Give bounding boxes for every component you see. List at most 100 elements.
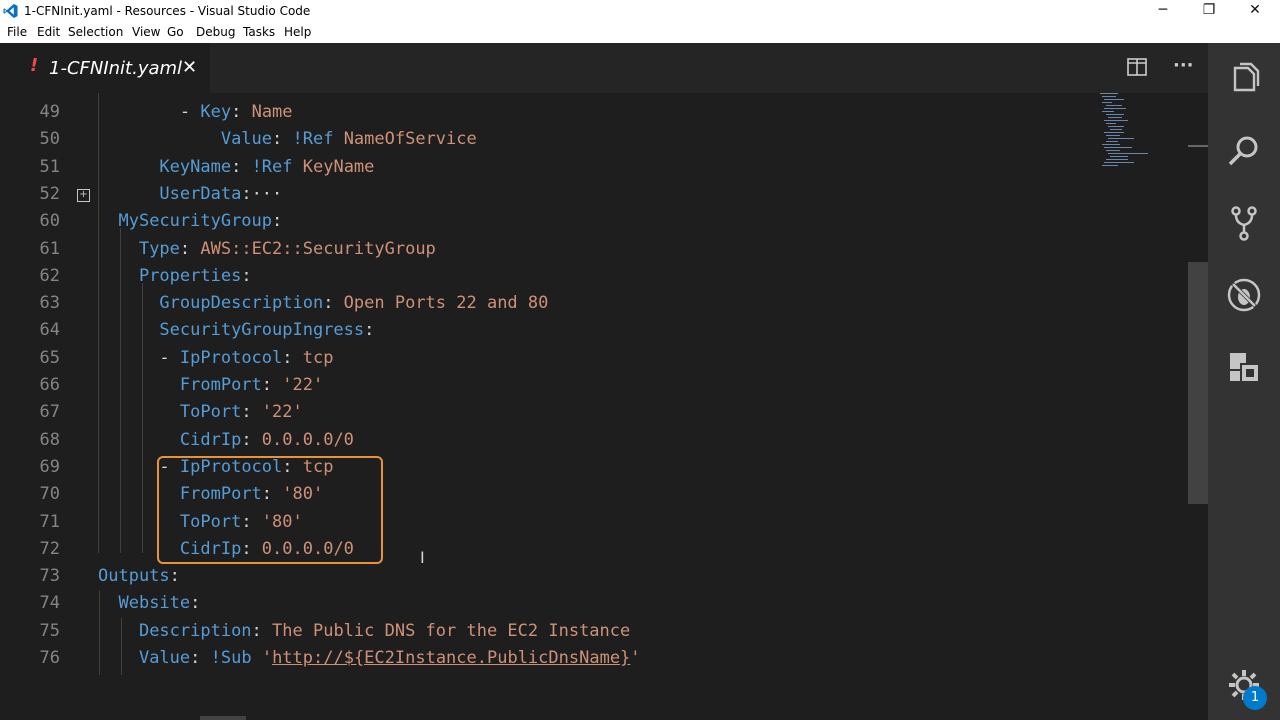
- code-text: Value: !Ref NameOfService: [98, 126, 477, 153]
- code-line[interactable]: 65 - IpProtocol: tcp: [0, 345, 1100, 372]
- punctuation-token: :: [251, 620, 273, 641]
- menu-edit[interactable]: Edit: [37, 25, 60, 39]
- code-line[interactable]: 75 Description: The Public DNS for the E…: [0, 618, 1100, 645]
- yaml-key-token: Value: [138, 648, 191, 668]
- search-icon[interactable]: [1226, 133, 1262, 169]
- punctuation-token: :: [241, 265, 252, 286]
- line-number: 51: [39, 156, 60, 177]
- code-editor[interactable]: 49 - Key: Name 50 Value: !Ref NameOfServi…: [0, 93, 1188, 720]
- line-number: 52: [39, 183, 60, 204]
- menu-view[interactable]: View: [132, 25, 160, 39]
- scrollbar-thumb[interactable]: [1188, 262, 1208, 504]
- code-line[interactable]: 68 CidrIp: 0.0.0.0/0: [0, 427, 1100, 454]
- punctuation-token: :: [364, 320, 375, 341]
- source-control-icon[interactable]: [1226, 205, 1262, 241]
- line-number: 71: [39, 511, 60, 532]
- minimap-line: [1108, 117, 1122, 118]
- yaml-value-token: Open Ports 22 and 80: [343, 293, 549, 314]
- minimap-line: [1106, 159, 1128, 160]
- code-text: Value: !Sub 'http://${EC2Instance.Public…: [98, 645, 641, 672]
- line-number: 50: [39, 129, 60, 150]
- code-line[interactable]: 74 Website:: [0, 590, 1100, 617]
- yaml-key-token: !Ref: [292, 129, 344, 150]
- minimap[interactable]: [1098, 93, 1158, 173]
- horizontal-scrollbar-thumb[interactable]: [200, 716, 246, 720]
- code-text: GroupDescription: Open Ports 22 and 80: [98, 290, 548, 317]
- more-actions-icon[interactable]: ···: [1173, 55, 1194, 76]
- yaml-value-token: '22': [261, 402, 303, 423]
- code-text: Website:: [98, 590, 200, 617]
- code-text: SecurityGroupIngress:: [98, 317, 374, 344]
- yaml-key-token: GroupDescription: [159, 293, 324, 314]
- code-line[interactable]: 67 ToPort: '22': [0, 399, 1100, 426]
- yaml-value-token: ': [261, 648, 273, 668]
- yaml-key-token: ToPort: [179, 402, 242, 423]
- code-line[interactable]: 66 FromPort: '22': [0, 372, 1100, 399]
- yaml-key-token: Key: [200, 102, 232, 122]
- code-line[interactable]: 60 MySecurityGroup:: [0, 208, 1100, 235]
- title-bar: 1-CFNInit.yaml - Resources - Visual Stud…: [0, 0, 1280, 22]
- debug-icon[interactable]: [1226, 277, 1262, 313]
- code-text: - Key: Name: [98, 99, 293, 126]
- menu-file[interactable]: File: [7, 25, 27, 39]
- minimap-line: [1104, 120, 1128, 121]
- menu-go[interactable]: Go: [167, 25, 184, 39]
- minimap-line: [1108, 138, 1134, 139]
- line-number: 60: [39, 211, 60, 232]
- minimap-line: [1106, 135, 1120, 136]
- menu-selection[interactable]: Selection: [68, 25, 123, 39]
- minimap-line: [1100, 93, 1118, 94]
- code-line[interactable]: 51 KeyName: !Ref KeyName: [0, 154, 1100, 181]
- code-line[interactable]: 62 Properties:: [0, 263, 1100, 290]
- yaml-value-token: AWS::EC2::SecurityGroup: [200, 238, 436, 259]
- maximize-button[interactable]: ❐: [1196, 2, 1222, 18]
- explorer-icon[interactable]: [1226, 61, 1262, 97]
- code-line[interactable]: 76 Value: !Sub 'http://${EC2Instance.Pub…: [0, 645, 1100, 672]
- minimap-line: [1106, 150, 1120, 151]
- fold-expand-icon[interactable]: +: [77, 189, 90, 202]
- code-line[interactable]: 49 - Key: Name: [0, 99, 1100, 126]
- yaml-key-token: MySecurityGroup: [118, 211, 273, 232]
- menu-debug[interactable]: Debug: [196, 25, 235, 39]
- code-text: - IpProtocol: tcp: [98, 345, 333, 372]
- tab-1-cfninit-yaml[interactable]: ! 1-CFNInit.yaml ✕: [0, 43, 210, 93]
- line-number: 73: [39, 566, 60, 587]
- yaml-key-token: Type: [138, 238, 180, 259]
- line-number: 62: [39, 265, 60, 286]
- window-title: 1-CFNInit.yaml - Resources - Visual Stud…: [24, 4, 311, 18]
- punctuation-token: :: [272, 211, 283, 232]
- code-text: Description: The Public DNS for the EC2 …: [98, 618, 630, 645]
- minimize-button[interactable]: ─: [1150, 2, 1176, 18]
- code-text: KeyName: !Ref KeyName: [98, 154, 374, 181]
- line-number: 66: [39, 375, 60, 395]
- code-line[interactable]: 73 Outputs:: [0, 563, 1100, 590]
- close-window-button[interactable]: ✕: [1242, 2, 1268, 18]
- code-line[interactable]: 61 Type: AWS::EC2::SecurityGroup: [0, 236, 1100, 263]
- extensions-icon[interactable]: [1226, 349, 1262, 385]
- yaml-key-token: !Sub: [210, 648, 262, 668]
- url-link-token[interactable]: http://${EC2Instance.PublicDnsName}: [272, 648, 630, 668]
- punctuation-token: :: [231, 156, 252, 177]
- yaml-value-token: NameOfService: [343, 129, 477, 150]
- punctuation-token: :: [323, 293, 344, 314]
- line-number: 75: [39, 620, 60, 641]
- code-line[interactable]: 63 GroupDescription: Open Ports 22 and 8…: [0, 290, 1100, 317]
- menu-help[interactable]: Help: [284, 25, 311, 39]
- menu-tasks[interactable]: Tasks: [243, 25, 275, 39]
- settings-update-badge[interactable]: 1: [1243, 686, 1267, 710]
- code-line[interactable]: 50 Value: !Ref NameOfService: [0, 126, 1100, 153]
- split-editor-icon[interactable]: [1127, 58, 1147, 76]
- code-line[interactable]: 64 SecurityGroupIngress:: [0, 317, 1100, 344]
- code-line[interactable]: 52 UserData:···: [0, 181, 1100, 208]
- tab-close-button[interactable]: ✕: [182, 57, 197, 78]
- line-number: 61: [39, 238, 60, 259]
- modified-indicator: !: [30, 55, 39, 76]
- punctuation-token: -: [159, 347, 180, 368]
- yaml-key-token: Website: [118, 593, 191, 614]
